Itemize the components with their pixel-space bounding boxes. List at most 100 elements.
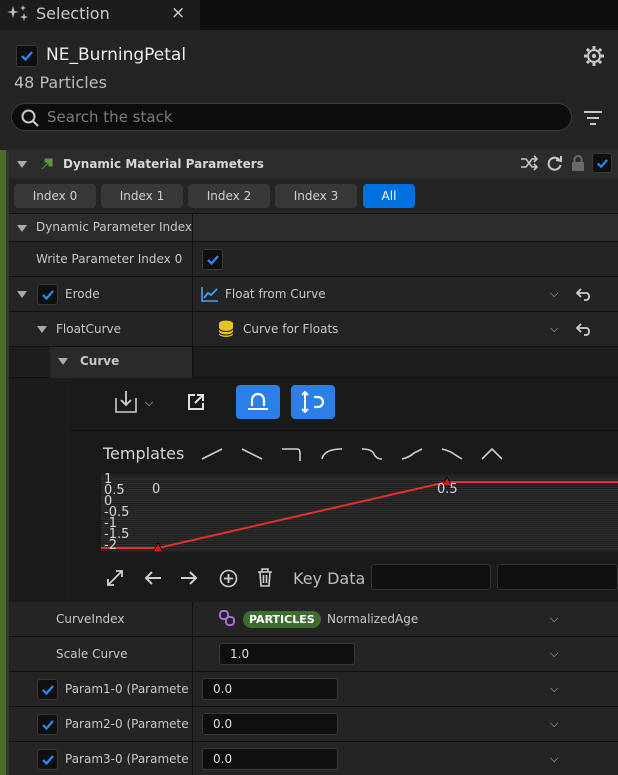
search-icon	[21, 109, 39, 127]
curveindex-value[interactable]: NormalizedAge	[327, 612, 418, 626]
collapse-arrow-icon[interactable]	[17, 225, 27, 232]
scale-input[interactable]: 1.0	[219, 643, 355, 665]
import-curve-icon[interactable]	[113, 388, 139, 416]
param2-label: Param2-0 (Paramete	[65, 717, 189, 731]
group-label: Dynamic Parameter Index	[36, 220, 193, 234]
fit-view-icon[interactable]	[106, 569, 124, 587]
templates-label: Templates	[103, 444, 185, 463]
post-infinity-button[interactable]	[291, 385, 335, 419]
column-divider	[192, 707, 193, 742]
module-enabled-checkbox[interactable]	[592, 153, 612, 173]
chevron-down-icon[interactable]: ⌵	[550, 287, 558, 301]
param3-input[interactable]: 0.0	[202, 748, 338, 770]
module-arrow-icon	[41, 158, 53, 170]
chevron-down-icon[interactable]: ⌵	[550, 717, 558, 731]
module-title: Dynamic Material Parameters	[63, 157, 264, 171]
open-external-icon[interactable]	[187, 393, 205, 411]
collapse-arrow-icon[interactable]	[58, 358, 68, 365]
key-value-input[interactable]	[497, 564, 618, 590]
shuffle-icon[interactable]	[520, 155, 538, 171]
chevron-down-icon[interactable]: ⌵	[550, 647, 558, 661]
template-strip	[201, 447, 503, 461]
param3-label: Param3-0 (Paramete	[65, 752, 189, 766]
column-divider	[192, 672, 193, 707]
collapse-arrow-icon[interactable]	[37, 326, 47, 333]
search-input[interactable]: Search the stack	[11, 103, 572, 131]
curve-line	[157, 481, 618, 549]
param3-checkbox[interactable]	[37, 749, 58, 770]
emitter-enabled-checkbox[interactable]	[16, 45, 38, 67]
column-divider	[192, 637, 193, 672]
magnet-icon	[248, 392, 268, 410]
param1-checkbox[interactable]	[37, 679, 58, 700]
index-2-button[interactable]: Index 2	[188, 184, 270, 208]
sparkle-icon	[7, 5, 28, 21]
index-all-button[interactable]: All	[363, 184, 415, 208]
param2-checkbox[interactable]	[37, 714, 58, 735]
refresh-icon[interactable]	[546, 155, 563, 172]
template-ramp-down	[441, 448, 463, 460]
curve-label-cell	[50, 347, 192, 378]
write-index-checkbox[interactable]	[202, 249, 223, 270]
erode-checkbox[interactable]	[37, 284, 58, 305]
curve-graph[interactable]	[101, 474, 618, 552]
erode-value[interactable]: Float from Curve	[225, 287, 326, 301]
previous-key-icon[interactable]	[144, 570, 162, 586]
chevron-down-icon[interactable]: ⌵	[550, 322, 558, 336]
gear-icon[interactable]	[583, 45, 605, 67]
tab-title: Selection	[36, 4, 110, 23]
write-index-label: Write Parameter Index 0	[36, 252, 183, 266]
chevron-down-icon[interactable]: ⌵	[145, 396, 153, 410]
scale-label: Scale Curve	[56, 647, 128, 661]
key-time-input[interactable]	[371, 564, 491, 590]
chevron-down-icon[interactable]: ⌵	[550, 682, 558, 696]
collapse-arrow-icon[interactable]	[17, 291, 27, 298]
template-ease-out	[321, 448, 343, 460]
column-divider	[192, 602, 193, 637]
collapse-arrow-icon[interactable]	[17, 161, 27, 168]
particle-count: 48 Particles	[14, 73, 107, 92]
namespace-badge: PARTICLES	[243, 611, 321, 628]
editor-divider	[70, 430, 618, 431]
curve-svg[interactable]	[101, 474, 618, 552]
template-linear-down	[241, 448, 263, 460]
lock-icon[interactable]	[571, 155, 585, 172]
chevron-down-icon[interactable]: ⌵	[550, 612, 558, 626]
column-divider	[192, 742, 193, 775]
column-divider	[192, 277, 193, 312]
reset-icon[interactable]	[576, 287, 592, 301]
delete-key-icon[interactable]	[257, 568, 273, 587]
index-3-button[interactable]: Index 3	[275, 184, 357, 208]
curve-label: Curve	[80, 354, 120, 368]
index-0-button[interactable]: Index 0	[14, 184, 96, 208]
next-key-icon[interactable]	[180, 570, 198, 586]
column-divider	[192, 214, 193, 242]
filter-icon[interactable]	[584, 110, 602, 126]
tab-selection[interactable]: Selection ×	[0, 0, 200, 30]
column-divider	[192, 242, 193, 277]
param2-input[interactable]: 0.0	[202, 713, 338, 735]
close-icon[interactable]: ×	[171, 3, 185, 23]
index-1-button[interactable]: Index 1	[101, 184, 183, 208]
template-linear-up	[201, 448, 223, 460]
column-divider	[192, 347, 193, 378]
param1-label: Param1-0 (Paramete	[65, 682, 189, 696]
template-ramp-up	[401, 448, 423, 460]
pre-infinity-button[interactable]	[236, 385, 280, 419]
link-icon	[219, 610, 235, 626]
add-key-icon[interactable]	[219, 569, 238, 588]
erode-label: Erode	[65, 287, 100, 301]
floatcurve-label: FloatCurve	[56, 322, 122, 336]
x-tick: 0	[152, 482, 161, 497]
curveindex-label: CurveIndex	[56, 612, 125, 626]
column-divider	[192, 312, 193, 347]
key-data-label: Key Data	[293, 569, 366, 588]
template-step	[282, 448, 301, 461]
reset-icon[interactable]	[576, 322, 592, 336]
floatcurve-value[interactable]: Curve for Floats	[243, 322, 338, 336]
chevron-down-icon[interactable]: ⌵	[550, 752, 558, 766]
param1-input[interactable]: 0.0	[202, 678, 338, 700]
search-placeholder: Search the stack	[47, 108, 173, 126]
x-tick: 0.5	[437, 482, 458, 497]
curve-graph-icon	[201, 287, 218, 302]
